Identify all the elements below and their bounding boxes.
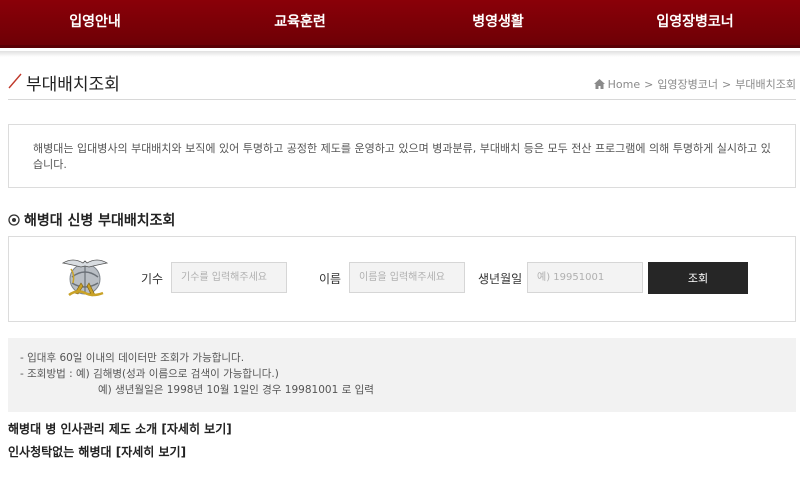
- nav-item-enlistment-guide[interactable]: 입영안내: [40, 0, 150, 45]
- birthdate-input[interactable]: [527, 262, 643, 293]
- nav-item-soldier-corner[interactable]: 입영장병코너: [640, 0, 750, 45]
- name-label: 이름: [319, 272, 342, 286]
- notes-box: - 입대후 60일 이내의 데이터만 조회가 가능합니다. - 조회방법 : 예…: [8, 338, 796, 412]
- target-bullet-icon: [8, 214, 20, 226]
- view-details-link[interactable]: [자세히 보기]: [161, 422, 231, 436]
- breadcrumb-soldier-corner[interactable]: 입영장병코너: [657, 78, 718, 91]
- name-input[interactable]: [349, 262, 465, 293]
- link-text: 해병대 병 인사관리 제도 소개: [8, 422, 158, 436]
- marine-corps-emblem-icon: [61, 259, 109, 297]
- breadcrumb-separator: >: [722, 78, 732, 91]
- no-solicitation-link-row: 인사청탁없는 해병대 [자세히 보기]: [8, 443, 186, 460]
- breadcrumb: Home > 입영장병코너 > 부대배치조회: [593, 76, 796, 92]
- birthdate-label: 생년월일: [478, 272, 523, 286]
- view-details-link[interactable]: [자세히 보기]: [116, 445, 186, 459]
- nav-item-training[interactable]: 교육훈련: [245, 0, 355, 45]
- breadcrumb-home[interactable]: Home: [608, 78, 640, 91]
- search-button[interactable]: 조회: [648, 262, 748, 294]
- breadcrumb-current: 부대배치조회: [735, 78, 796, 91]
- top-navigation: 입영안내 교육훈련 병영생활 입영장병코너: [0, 0, 800, 48]
- note-line: - 입대후 60일 이내의 데이터만 조회가 가능합니다.: [20, 352, 245, 364]
- cohort-label: 기수: [141, 272, 164, 286]
- nav-shadow: [0, 51, 800, 57]
- note-line: - 조회방법 : 예) 김해병(성과 이름으로 검색이 가능합니다.): [20, 368, 279, 380]
- intro-box: 해병대는 입대병사의 부대배치와 보직에 있어 투명하고 공정한 제도를 운영하…: [8, 124, 796, 188]
- cohort-input[interactable]: [171, 262, 287, 293]
- breadcrumb-separator: >: [644, 78, 654, 91]
- note-line: 예) 생년월일은 1998년 10월 1일인 경우 19981001 로 입력: [98, 384, 374, 396]
- page-header: 부대배치조회 Home > 입영장병코너 > 부대배치조회: [8, 68, 796, 100]
- home-icon: [593, 79, 605, 89]
- intro-text: 해병대는 입대병사의 부대배치와 보직에 있어 투명하고 공정한 제도를 운영하…: [33, 142, 771, 171]
- page-title: 부대배치조회: [26, 75, 120, 95]
- hr-system-link-row: 해병대 병 인사관리 제도 소개 [자세히 보기]: [8, 420, 232, 437]
- section-title: 해병대 신병 부대배치조회: [24, 213, 176, 229]
- search-form: 기수 이름 생년월일 조회: [8, 236, 796, 322]
- link-text: 인사청탁없는 해병대: [8, 445, 112, 459]
- slash-accent-icon: [8, 73, 22, 89]
- nav-item-barracks-life[interactable]: 병영생활: [443, 0, 553, 45]
